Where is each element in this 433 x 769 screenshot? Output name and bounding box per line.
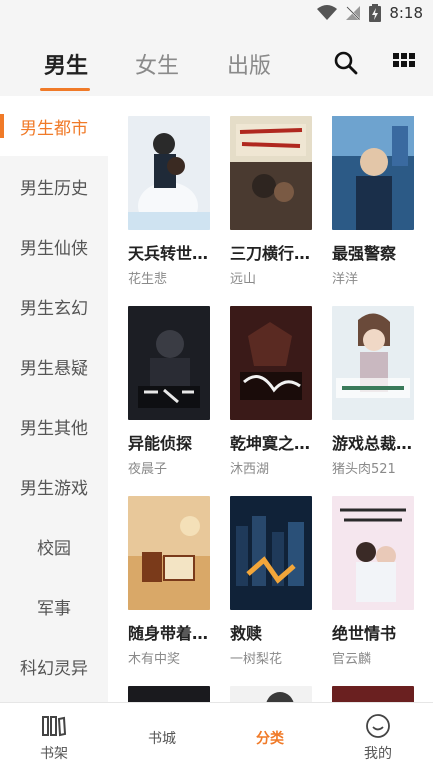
sidebar-item-scifi[interactable]: 科幻灵异 bbox=[0, 636, 108, 696]
sidebar-item-label: 男生历史 bbox=[20, 178, 88, 199]
book-cover[interactable] bbox=[128, 116, 210, 230]
book-author: 沐西湖 bbox=[230, 462, 270, 477]
nav-profile[interactable]: 我的 bbox=[324, 703, 432, 769]
sidebar-item-label: 男生仙侠 bbox=[20, 238, 88, 259]
book-author: 猪头肉521 bbox=[332, 462, 396, 477]
nav-label: 分类 bbox=[256, 731, 284, 747]
book-cover[interactable] bbox=[230, 116, 312, 230]
sidebar-item-label: 男生玄幻 bbox=[20, 298, 88, 319]
bottom-navigation: 书架 书城 分类 我的 bbox=[0, 702, 433, 769]
sidebar-item-label: 男生都市 bbox=[20, 118, 88, 139]
active-indicator bbox=[0, 114, 4, 138]
book-cover[interactable] bbox=[332, 686, 414, 702]
book-title: 游戏总裁… bbox=[332, 434, 413, 453]
grid-icon[interactable] bbox=[392, 50, 418, 76]
sidebar-item-fantasy[interactable]: 男生玄幻 bbox=[0, 276, 108, 336]
book-title: 三刀横行… bbox=[230, 244, 311, 263]
book-cover[interactable] bbox=[332, 306, 414, 420]
book-cover[interactable] bbox=[128, 686, 210, 702]
nav-category[interactable]: 分类 bbox=[216, 703, 324, 769]
sidebar-item-label: 科幻灵异 bbox=[20, 658, 88, 679]
sidebar-item-history[interactable]: 男生历史 bbox=[0, 156, 108, 216]
bookshelf-icon bbox=[42, 716, 67, 737]
sidebar-item-game[interactable]: 男生游戏 bbox=[0, 456, 108, 516]
book-cover[interactable] bbox=[230, 686, 312, 702]
sidebar-item-label: 男生悬疑 bbox=[20, 358, 88, 379]
book-author: 一树梨花 bbox=[230, 652, 283, 667]
status-icons: 8:18 bbox=[317, 4, 423, 22]
book-title: 最强警察 bbox=[332, 244, 397, 263]
top-tab-bar: 男生 女生 出版 bbox=[0, 30, 433, 96]
sidebar-item-military[interactable]: 军事 bbox=[0, 576, 108, 636]
book-cover[interactable] bbox=[128, 306, 210, 420]
book-author: 夜晨子 bbox=[128, 462, 168, 477]
sidebar-item-campus[interactable]: 校园 bbox=[0, 516, 108, 576]
active-tab-underline bbox=[40, 88, 90, 91]
nav-label: 书城 bbox=[148, 731, 176, 747]
no-signal-icon bbox=[346, 6, 361, 20]
tab-published[interactable]: 出版 bbox=[227, 48, 271, 80]
sidebar-item-label: 军事 bbox=[37, 598, 71, 619]
book-author: 洋洋 bbox=[332, 272, 359, 287]
sidebar-item-other[interactable]: 男生其他 bbox=[0, 396, 108, 456]
sidebar-item-label: 校园 bbox=[37, 538, 71, 559]
book-title: 随身带着… bbox=[128, 624, 209, 643]
book-author: 花生悲 bbox=[128, 272, 168, 287]
sidebar-item-xianxia[interactable]: 男生仙侠 bbox=[0, 216, 108, 276]
tab-male[interactable]: 男生 bbox=[44, 48, 88, 80]
nav-label: 我的 bbox=[364, 746, 392, 762]
tab-female[interactable]: 女生 bbox=[135, 48, 179, 80]
sidebar-item-label: 男生其他 bbox=[20, 418, 88, 439]
smiley-icon bbox=[366, 714, 390, 738]
nav-label: 书架 bbox=[40, 746, 68, 762]
status-bar: 8:18 bbox=[0, 0, 433, 30]
book-cover[interactable] bbox=[230, 306, 312, 420]
book-cover[interactable] bbox=[128, 496, 210, 610]
sidebar-item-label: 男生游戏 bbox=[20, 478, 88, 499]
book-title: 天兵转世… bbox=[128, 244, 209, 263]
battery-icon bbox=[369, 4, 382, 22]
wifi-icon bbox=[317, 5, 338, 20]
search-icon[interactable] bbox=[333, 50, 359, 76]
book-grid: 天兵转世… 花生悲 三刀横行… 远山 最强警察 洋洋 异能侦探 夜晨子 乾坤寞之… bbox=[108, 96, 433, 702]
book-author: 木有中奖 bbox=[128, 652, 181, 667]
nav-bookstore[interactable]: 书城 bbox=[108, 703, 216, 769]
category-sidebar: 男生都市 男生历史 男生仙侠 男生玄幻 男生悬疑 男生其他 男生游戏 校园 军事… bbox=[0, 96, 108, 702]
book-title: 乾坤寞之… bbox=[230, 434, 311, 453]
book-title: 异能侦探 bbox=[128, 434, 193, 453]
sidebar-item-mystery[interactable]: 男生悬疑 bbox=[0, 336, 108, 396]
book-cover[interactable] bbox=[230, 496, 312, 610]
clock: 8:18 bbox=[389, 4, 423, 22]
book-author: 官云麟 bbox=[332, 652, 372, 667]
book-author: 远山 bbox=[230, 272, 257, 287]
book-title: 救赎 bbox=[230, 624, 263, 643]
sidebar-item-urban[interactable]: 男生都市 bbox=[0, 96, 108, 156]
book-cover[interactable] bbox=[332, 116, 414, 230]
book-title: 绝世情书 bbox=[332, 624, 397, 643]
nav-bookshelf[interactable]: 书架 bbox=[0, 703, 108, 769]
book-cover[interactable] bbox=[332, 496, 414, 610]
